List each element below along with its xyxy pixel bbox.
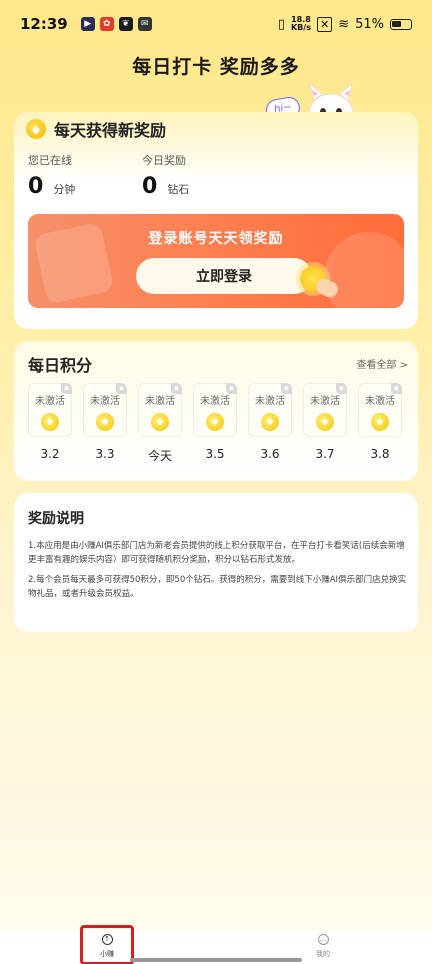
wifi-icon: ≋ <box>338 16 350 32</box>
lock-icon: ▪ <box>171 383 182 394</box>
online-unit: 分钟 <box>53 183 76 196</box>
day-date: 3.3 <box>95 447 115 461</box>
today-reward-unit: 钻石 <box>167 183 190 196</box>
day-item[interactable]: ▪ 未激活 ◆ 今天 <box>138 383 182 464</box>
login-button[interactable]: 立即登录 <box>136 258 312 294</box>
explanation-card: 奖励说明 1.本应用是由小赚AI俱乐部门店为新老会员提供的线上积分获取平台，在平… <box>14 493 418 632</box>
status-time: 12:39 <box>20 15 68 33</box>
day-status: 未激活 <box>365 396 395 407</box>
lock-icon: ▪ <box>336 383 347 394</box>
day-item[interactable]: ▪ 未激活 ◆ 3.8 <box>358 383 402 464</box>
today-reward-value: 0 <box>142 174 158 199</box>
diamond-icon: ◆ <box>41 413 59 431</box>
diamond-icon: ◆ <box>151 413 169 431</box>
diamond-icon: ◆ <box>261 413 279 431</box>
leaf-app-icon: ❦ <box>118 17 133 31</box>
explanation-title: 奖励说明 <box>28 511 84 527</box>
lock-icon: ▪ <box>281 383 292 394</box>
highlight-box <box>80 925 134 964</box>
diamond-icon: ◆ <box>206 413 224 431</box>
home-indicator[interactable] <box>130 958 302 962</box>
nav-label-mine: 我的 <box>316 950 330 958</box>
day-date: 今天 <box>147 449 172 463</box>
day-status: 未激活 <box>35 396 65 407</box>
today-reward-label: 今日奖励 <box>142 154 186 167</box>
battery-percent: 51% <box>355 16 384 32</box>
day-date: 3.5 <box>205 447 225 461</box>
reward-card: ◆ 每天获得新奖励 您已在线 0 分钟 今日奖励 0 钻石 登录账号天天领奖励 … <box>14 112 418 329</box>
day-date: 3.2 <box>40 447 60 461</box>
red-app-icon: ✿ <box>99 17 114 31</box>
battery-icon <box>390 18 412 30</box>
online-stat: 您已在线 0 分钟 <box>28 152 75 199</box>
diamond-icon: ◆ <box>96 413 114 431</box>
vibrate-icon: ▯ <box>277 16 285 32</box>
day-status: 未激活 <box>145 396 175 407</box>
online-value: 0 <box>28 174 44 199</box>
reward-card-header: ◆ 每天获得新奖励 <box>26 117 166 141</box>
lock-icon: ▪ <box>116 383 127 394</box>
day-status: 未激活 <box>200 396 230 407</box>
net-speed-unit: KB/s <box>290 23 311 32</box>
page-title: 每日打卡 奖励多多 <box>132 56 300 78</box>
diamond-icon: ◆ <box>316 413 334 431</box>
day-item[interactable]: ▪ 未激活 ◆ 3.7 <box>303 383 347 464</box>
day-item[interactable]: ▪ 未激活 ◆ 3.3 <box>83 383 127 464</box>
lock-icon: ▪ <box>61 383 72 394</box>
today-reward-stat: 今日奖励 0 钻石 <box>142 152 189 199</box>
reward-card-title: 每天获得新奖励 <box>54 121 167 140</box>
mail-app-icon: ✉ <box>137 17 152 31</box>
days-row: ▪ 未激活 ◆ 3.2 ▪ 未激活 ◆ 3.3 ▪ 未激活 ◆ 今天 ▪ 未激活… <box>28 383 402 464</box>
daily-points-title: 每日积分 <box>28 356 93 375</box>
chat-dots-icon: … <box>317 934 329 945</box>
explanation-paragraph-1: 1.本应用是由小赚AI俱乐部门店为新老会员提供的线上积分获取平台，在平台打卡看笑… <box>28 541 405 565</box>
login-banner-text: 登录账号天天领奖励 <box>148 231 284 247</box>
status-right: ▯ 18.8 KB/s ✕ ≋ 51% <box>278 16 412 32</box>
status-bar: 12:39 ▶ ✿ ❦ ✉ ▯ 18.8 KB/s ✕ ≋ 51% <box>0 0 432 48</box>
diamond-icon: ◆ <box>26 119 46 139</box>
lock-icon: ▪ <box>391 383 402 394</box>
view-all-link[interactable]: 查看全部 > <box>356 356 408 371</box>
video-app-icon: ▶ <box>80 17 95 31</box>
day-status: 未激活 <box>255 396 285 407</box>
net-speed: 18.8 KB/s <box>291 16 311 32</box>
day-date: 3.8 <box>370 447 390 461</box>
day-item[interactable]: ▪ 未激活 ◆ 3.6 <box>248 383 292 464</box>
sim-off-icon: ✕ <box>316 16 333 32</box>
lock-icon: ▪ <box>226 383 237 394</box>
day-item[interactable]: ▪ 未激活 ◆ 3.2 <box>28 383 72 464</box>
diamond-icon: ◆ <box>371 413 389 431</box>
day-item[interactable]: ▪ 未激活 ◆ 3.5 <box>193 383 237 464</box>
login-banner[interactable]: 登录账号天天领奖励 立即登录 <box>28 214 404 308</box>
daily-points-card: 每日积分 查看全部 > ▪ 未激活 ◆ 3.2 ▪ 未激活 ◆ 3.3 ▪ 未激… <box>14 341 418 481</box>
day-date: 3.7 <box>315 447 335 461</box>
online-label: 您已在线 <box>28 154 72 167</box>
nav-item-mine[interactable]: … 我的 <box>303 934 343 959</box>
explanation-paragraph-2: 2.每个会员每天最多可获得50积分，即50个钻石。获得的积分，需要到线下小赚AI… <box>28 575 407 599</box>
day-status: 未激活 <box>310 396 340 407</box>
day-status: 未激活 <box>90 396 120 407</box>
day-date: 3.6 <box>260 447 280 461</box>
